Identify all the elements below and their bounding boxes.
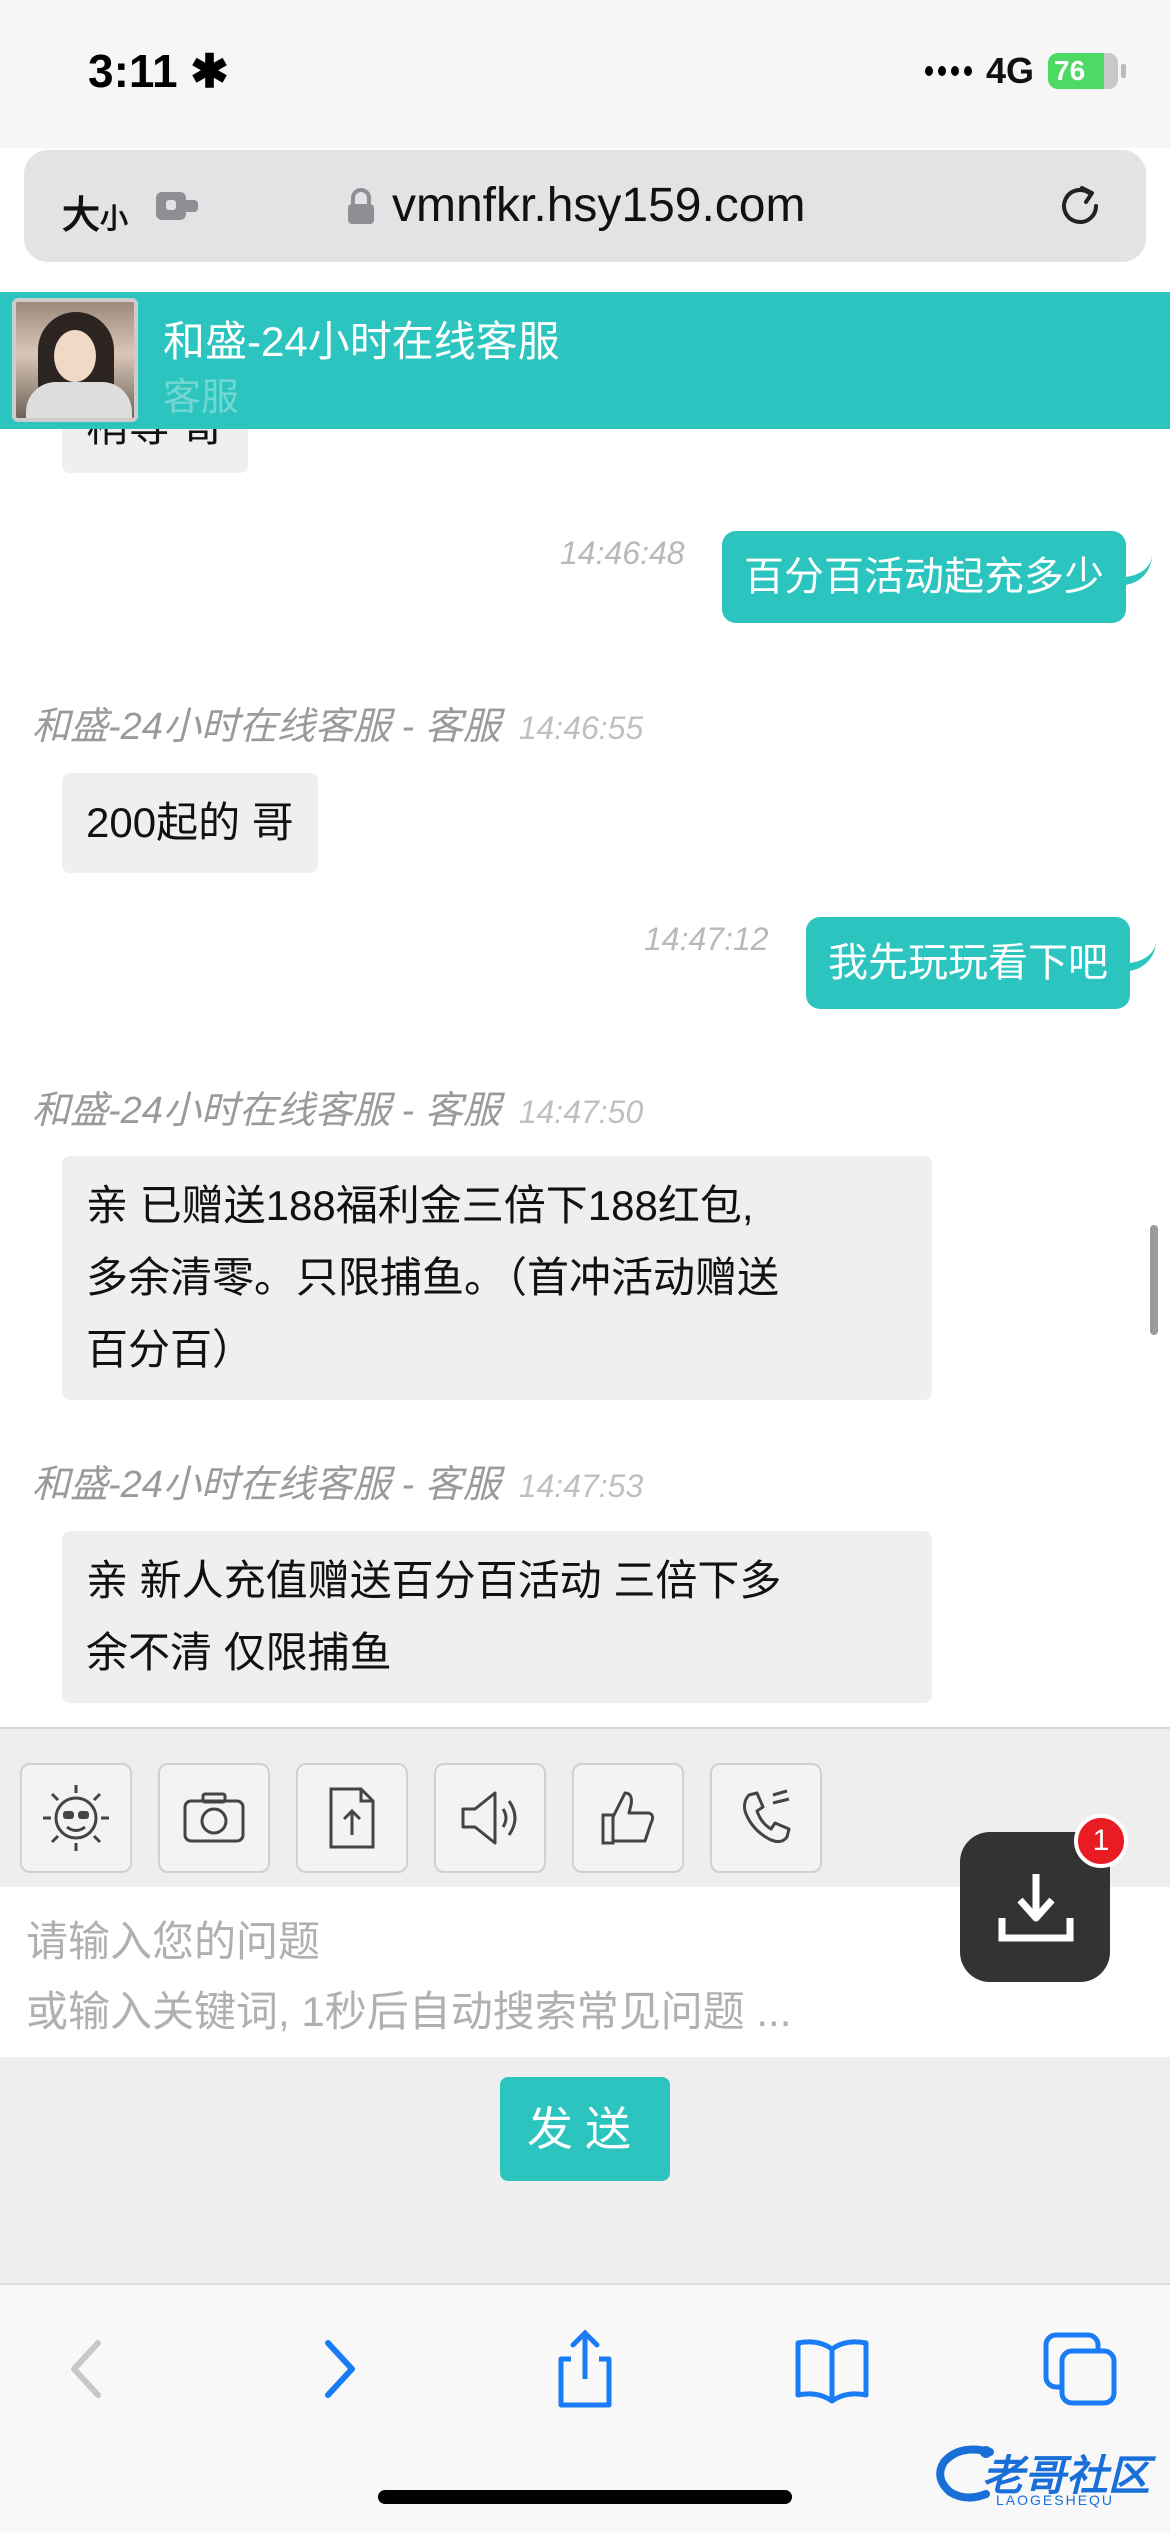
avatar[interactable] (12, 298, 138, 422)
call-button[interactable] (710, 1763, 822, 1873)
message-bubble: 亲 已赠送188福利金三倍下188红包, 多余清零。只限捕鱼。（首冲活动赠送 百… (62, 1156, 932, 1400)
status-time: 3:11 ✱ (88, 45, 229, 97)
lock-icon (348, 188, 374, 224)
signal-icon (924, 66, 972, 76)
thumbs-up-icon (601, 1791, 655, 1845)
upload-file-icon (329, 1787, 375, 1849)
forward-icon[interactable] (298, 2329, 378, 2409)
message-time: 14:47:12 (644, 921, 769, 957)
reload-icon[interactable] (1054, 180, 1106, 232)
rate-button[interactable] (572, 1763, 684, 1873)
message-bubble: 稍等 哥 (62, 429, 248, 473)
status-indicators: 4G 76 (924, 50, 1126, 92)
chat-subtitle: 客服 (163, 377, 240, 419)
scrollbar[interactable] (1150, 1225, 1158, 1335)
network-type: 4G (985, 50, 1034, 91)
send-area: 发送 (0, 2057, 1170, 2283)
chat-header: 和盛-24小时在线客服 客服 (0, 292, 1170, 429)
address-bar[interactable]: 大小 vmnfkr.hsy159.com (24, 150, 1146, 262)
extension-icon[interactable] (154, 188, 202, 224)
message-sender: 和盛-24小时在线客服 - 客服 14:46:55 (32, 706, 644, 748)
phone-icon (743, 1789, 791, 1844)
message-sender: 和盛-24小时在线客服 - 客服 14:47:53 (32, 1464, 644, 1506)
message-bubble: 200起的 哥 (62, 773, 318, 873)
battery-icon: 76 (1048, 53, 1126, 89)
chat-title: 和盛-24小时在线客服 (163, 318, 560, 365)
speaker-icon (461, 1791, 517, 1845)
watermark: 老哥社区 LAOGESHEQU (930, 2432, 1160, 2516)
camera-button[interactable] (158, 1763, 270, 1873)
share-icon[interactable] (545, 2329, 625, 2409)
notification-badge: 1 (1074, 1814, 1128, 1868)
home-indicator[interactable] (378, 2490, 792, 2504)
message-list[interactable]: 稍等 哥 14:46:48 百分百活动起充多少 和盛-24小时在线客服 - 客服… (0, 429, 1170, 1727)
download-icon (998, 1874, 1074, 1942)
bookmarks-icon[interactable] (792, 2329, 872, 2409)
tabs-icon[interactable] (1040, 2329, 1120, 2409)
voice-button[interactable] (434, 1763, 546, 1873)
message-time: 14:46:48 (560, 535, 685, 571)
send-button[interactable]: 发送 (500, 2077, 670, 2181)
emoji-icon (43, 1785, 109, 1851)
message-bubble: 亲 新人充值赠送百分百活动 三倍下多 余不清 仅限捕鱼 (62, 1531, 932, 1703)
message-sender: 和盛-24小时在线客服 - 客服 14:47:50 (32, 1090, 644, 1132)
message-bubble-outgoing: 我先玩玩看下吧 (806, 917, 1156, 1009)
camera-icon (183, 1792, 245, 1843)
url-text[interactable]: vmnfkr.hsy159.com (392, 178, 805, 233)
upload-file-button[interactable] (296, 1763, 408, 1873)
text-size-button[interactable]: 大小 (62, 184, 128, 239)
emoji-button[interactable] (20, 1763, 132, 1873)
message-bubble-outgoing: 百分百活动起充多少 (722, 531, 1152, 623)
status-bar: 3:11 ✱ 4G 76 (0, 0, 1170, 148)
back-icon[interactable] (48, 2329, 128, 2409)
